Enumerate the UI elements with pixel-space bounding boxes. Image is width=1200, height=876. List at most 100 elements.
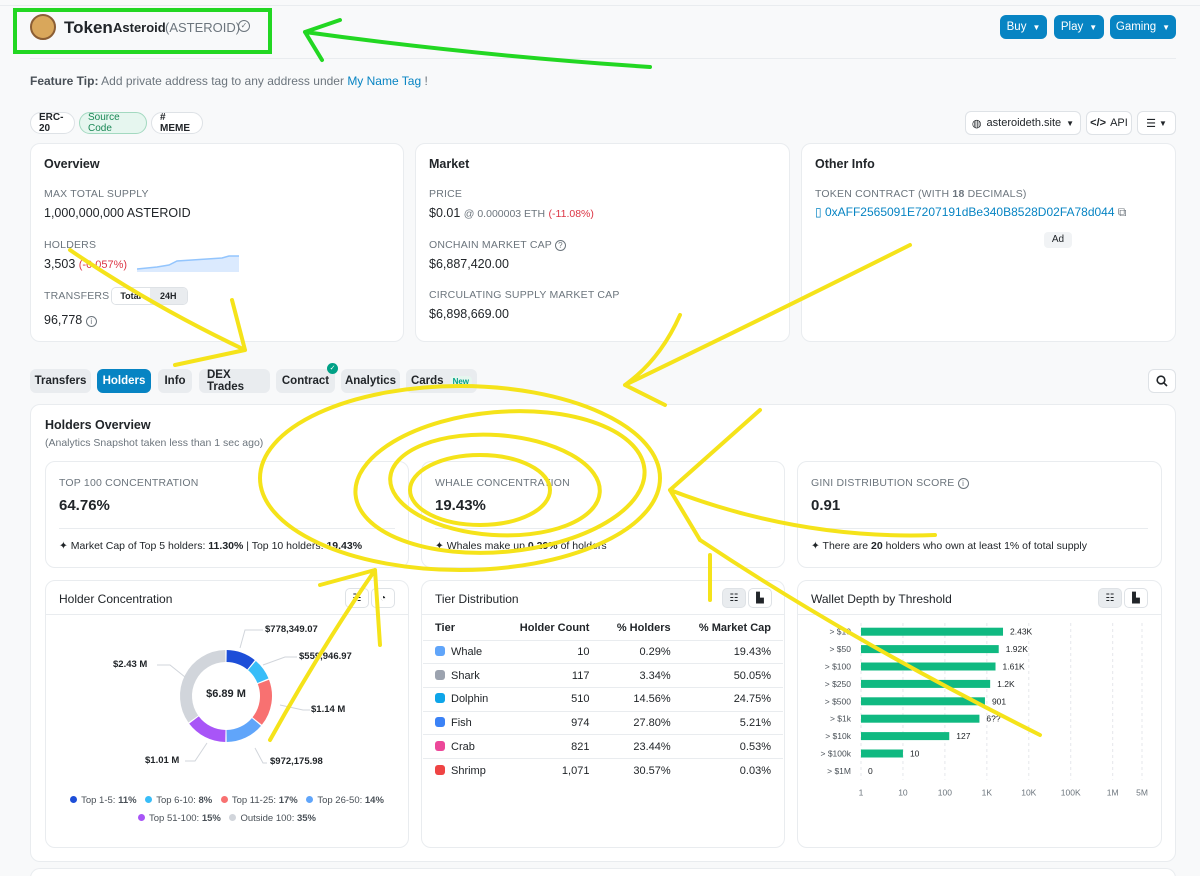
td-chart-view-button[interactable]: ▙: [748, 588, 772, 608]
search-button[interactable]: [1148, 369, 1176, 393]
category-label: > $500: [825, 696, 852, 706]
col-pct-market-cap: % Market Cap: [698, 621, 771, 634]
contract-address-link[interactable]: 0xAFF2565091E7207191dBe340B8528D02FA78d0…: [825, 205, 1115, 219]
x-tick-label: 5M: [1136, 788, 1148, 798]
wd-list-view-button[interactable]: ☷: [1098, 588, 1122, 608]
bar[interactable]: [861, 627, 1004, 636]
tag-erc20[interactable]: ERC-20: [30, 112, 75, 134]
hc-chart-view-button[interactable]: ◔: [371, 588, 395, 608]
legend-item-top1-5[interactable]: Top 1-5: 11%: [70, 795, 137, 806]
max-supply-value: 1,000,000,000 ASTEROID: [44, 206, 191, 220]
bar[interactable]: [861, 679, 991, 688]
gini-label: GINI DISTRIBUTION SCORE i: [811, 477, 969, 489]
info-icon[interactable]: i: [957, 478, 969, 489]
info-icon: i: [85, 316, 97, 327]
tier-pct-holders: 0.29%: [601, 639, 683, 664]
holders-value: 3,503 (-0.057%): [44, 257, 127, 271]
wd-toggle: ☷ ▙: [1098, 588, 1148, 608]
x-tick-label: 1K: [982, 788, 993, 798]
tier-pct-holders: 27.80%: [601, 710, 683, 735]
x-tick-label: 100: [938, 788, 952, 798]
top100-label: TOP 100 CONCENTRATION: [59, 477, 199, 489]
bar-value-label: 1.92K: [1006, 644, 1029, 654]
contract-verified-icon: ✓: [327, 363, 338, 374]
legend-item-top51-100[interactable]: Top 51-100: 15%: [137, 813, 221, 824]
tier-name: Dolphin: [451, 693, 489, 706]
bar[interactable]: [861, 662, 996, 671]
more-options-button[interactable]: ☰ ▼: [1137, 111, 1176, 135]
tier-pct-cap: 50.05%: [682, 663, 783, 688]
copy-icon[interactable]: ⧉: [1118, 205, 1127, 219]
help-icon[interactable]: ?: [554, 240, 566, 251]
gini-note: ✦ There are 20 holders who own at least …: [811, 540, 1087, 552]
transfers-value: 96,778 i: [44, 313, 97, 327]
legend-item-top6-10[interactable]: Top 6-10: 8%: [145, 795, 212, 806]
category-label: > $100k: [821, 749, 852, 759]
tier-name: Crab: [451, 740, 475, 753]
green-arrow: [303, 18, 652, 69]
feature-tip-label: Feature Tip:: [30, 74, 99, 88]
sparkle-icon: ✦: [811, 540, 820, 552]
bar[interactable]: [861, 697, 985, 706]
bar[interactable]: [861, 732, 950, 741]
category-label: > $100: [825, 662, 852, 672]
wd-chart-view-button[interactable]: ▙: [1124, 588, 1148, 608]
max-supply-label: MAX TOTAL SUPPLY: [44, 188, 149, 200]
tier-pct-holders: 14.56%: [601, 686, 683, 712]
circ-cap-label: CIRCULATING SUPPLY MARKET CAP: [429, 289, 620, 301]
tab-cards[interactable]: Cards New: [406, 369, 477, 393]
tab-dex-trades[interactable]: DEX Trades: [199, 369, 270, 393]
tier-name: Fish: [451, 716, 472, 729]
table-row: Fish 974 27.80% 5.21%: [423, 710, 783, 735]
onchain-cap-value: $6,887,420.00: [429, 257, 509, 271]
bar[interactable]: [861, 714, 980, 723]
tag-source-code[interactable]: Source Code: [79, 112, 147, 134]
website-dropdown[interactable]: ◍ asteroideth.site ▼: [965, 111, 1081, 135]
tab-contract[interactable]: Contract: [276, 369, 335, 393]
hc-list-view-button[interactable]: ☷: [345, 588, 369, 608]
other-info-title: Other Info: [815, 157, 875, 171]
tag-meme[interactable]: # MEME: [151, 112, 203, 134]
price-label: PRICE: [429, 188, 463, 200]
transfers-24h-option[interactable]: 24H: [149, 288, 187, 304]
hc-toggle: ☷ ◔: [345, 588, 395, 608]
top100-divider: [59, 528, 395, 529]
whale-note: ✦ Whales make up 0.29% of holders: [435, 540, 607, 552]
legend-item-top11-25[interactable]: Top 11-25: 17%: [220, 795, 298, 806]
verified-icon: ✓: [238, 20, 250, 32]
tier-table-header: Tier Holder Count % Holders % Market Cap: [423, 616, 783, 640]
list-icon: ☷: [1105, 592, 1115, 604]
legend-item-outside100[interactable]: Outside 100: 35%: [229, 813, 316, 824]
tier-name: Shrimp: [451, 764, 486, 777]
token-name: Asteroid: [113, 20, 166, 35]
whale-note-pre: Whales make up: [446, 540, 525, 552]
bar[interactable]: [861, 749, 903, 758]
bar[interactable]: [861, 645, 999, 654]
onchain-cap-text: ONCHAIN MARKET CAP: [429, 239, 552, 251]
transfers-label: TRANSFERS: [44, 290, 110, 302]
tab-cards-label: Cards: [410, 375, 444, 387]
legend-item-top26-50[interactable]: Top 26-50: 14%: [306, 795, 384, 806]
td-list-view-button[interactable]: ☷: [722, 588, 746, 608]
gaming-button[interactable]: Gaming ▼: [1110, 15, 1176, 39]
bar-value-label: 6??: [986, 714, 1000, 724]
transfers-toggle: Total 24H: [111, 287, 188, 305]
tier-count: 510: [503, 686, 602, 712]
transfers-total-option[interactable]: Total: [112, 288, 150, 304]
tab-transfers[interactable]: Transfers: [30, 369, 91, 393]
tab-info[interactable]: Info: [158, 369, 192, 393]
tier-count: 10: [503, 639, 602, 664]
api-button[interactable]: </> API: [1086, 111, 1132, 135]
wallet-depth-title: Wallet Depth by Threshold: [811, 592, 952, 606]
play-button[interactable]: Play ▼: [1054, 15, 1104, 39]
list-icon: ☷: [352, 592, 362, 604]
onchain-cap-label: ONCHAIN MARKET CAP ?: [429, 239, 566, 251]
buy-button[interactable]: Buy ▼: [1000, 15, 1047, 39]
category-label: > $250: [825, 679, 852, 689]
sparkle-icon: ✦: [435, 540, 444, 552]
chevron-down-icon: ▼: [1066, 118, 1075, 128]
tab-analytics[interactable]: Analytics: [341, 369, 400, 393]
list-icon: ☰: [1146, 117, 1156, 130]
tab-holders[interactable]: Holders: [97, 369, 151, 393]
my-name-tag-link[interactable]: My Name Tag: [347, 74, 421, 88]
